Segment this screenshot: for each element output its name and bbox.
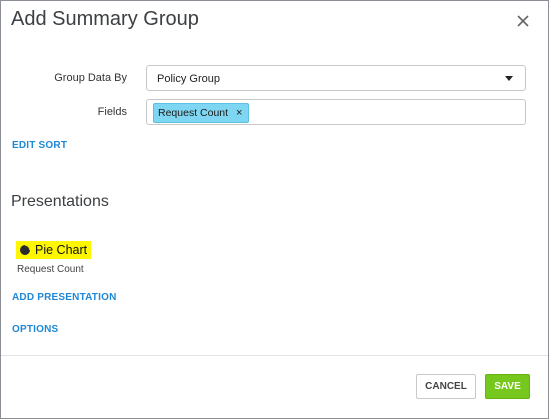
- add-presentation-link[interactable]: ADD PRESENTATION: [12, 292, 117, 303]
- cancel-button[interactable]: CANCEL: [416, 374, 476, 399]
- pie-chart-icon: [20, 245, 30, 255]
- presentations-heading: Presentations: [11, 193, 109, 210]
- field-chip: Request Count ×: [153, 103, 250, 123]
- close-button[interactable]: [513, 11, 533, 31]
- edit-sort-link[interactable]: EDIT SORT: [12, 140, 67, 151]
- fields-input[interactable]: Request Count ×: [146, 99, 526, 125]
- group-data-by-value: Policy Group: [157, 73, 220, 85]
- group-data-by-select[interactable]: Policy Group: [146, 65, 526, 91]
- footer-divider: [1, 355, 548, 356]
- dialog-title: Add Summary Group: [11, 8, 199, 30]
- remove-chip-icon[interactable]: ×: [236, 107, 242, 119]
- close-icon: [517, 15, 529, 27]
- options-link[interactable]: OPTIONS: [12, 324, 58, 335]
- save-button[interactable]: SAVE: [485, 374, 530, 399]
- field-chip-label: Request Count: [158, 107, 229, 119]
- group-data-by-label: Group Data By: [54, 72, 127, 84]
- chevron-down-icon: [505, 76, 513, 81]
- add-summary-group-dialog: Add Summary Group Group Data By Policy G…: [0, 0, 549, 419]
- presentation-label: Pie Chart: [35, 243, 88, 257]
- presentation-subtitle: Request Count: [17, 264, 84, 275]
- presentation-item-pie-chart[interactable]: Pie Chart: [16, 241, 92, 259]
- fields-label: Fields: [97, 106, 127, 118]
